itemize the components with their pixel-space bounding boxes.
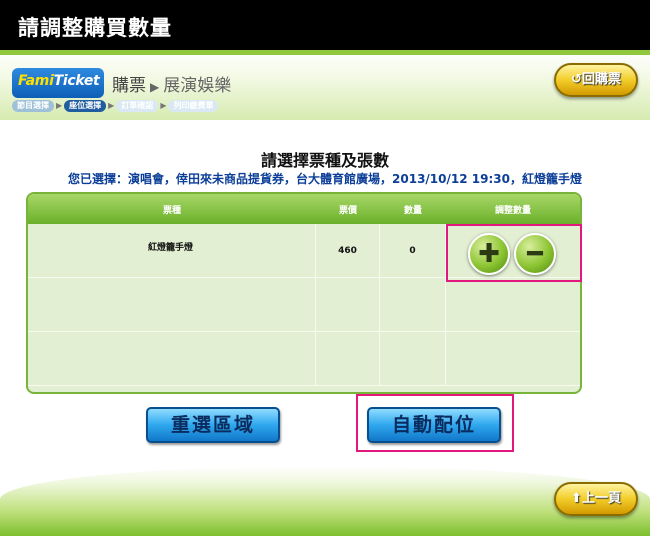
price-cell	[316, 278, 380, 331]
plus-icon: ✚	[478, 239, 500, 269]
step-program-select: 節目選擇	[12, 100, 54, 112]
previous-page-button[interactable]: ⬆上一頁	[554, 482, 638, 516]
selection-summary: 您已選擇：演唱會，倖田來未商品提貨券，台大體育館廣場，2013/10/12 19…	[68, 172, 582, 186]
breadcrumb: 購票 ▶ 展演娛樂	[112, 71, 231, 96]
back-arrow-icon: ↺	[571, 72, 582, 87]
footer-band	[0, 466, 650, 536]
window-title: 請調整購買數量	[0, 0, 650, 50]
step-arrow-icon: ▶	[160, 101, 167, 110]
adjust-cell	[446, 278, 580, 331]
quantity-adjuster: ✚ ━	[446, 224, 582, 282]
breadcrumb-sub: 展演娛樂	[163, 76, 232, 96]
step-seat-select: 座位選擇	[64, 100, 107, 112]
step-arrow-icon: ▶	[108, 101, 115, 110]
col-adjust: 調整數量	[494, 205, 531, 216]
back-to-purchase-button[interactable]: ↺回購票	[554, 63, 638, 97]
page-heading: 請選擇票種及張數	[260, 151, 389, 170]
famiticket-logo: FamiTicket	[12, 68, 104, 98]
increase-quantity-button[interactable]: ✚	[468, 233, 510, 275]
quantity-cell	[380, 278, 446, 331]
adjust-cell	[446, 332, 580, 385]
col-ticket-type: 票種	[162, 205, 181, 216]
auto-seat-button[interactable]: 自動配位	[367, 407, 501, 443]
quantity-cell	[380, 332, 446, 385]
up-arrow-icon: ⬆	[571, 491, 582, 506]
price-cell	[316, 332, 380, 385]
decrease-quantity-button[interactable]: ━	[514, 233, 556, 275]
ticket-table: 票種 票價 數量 調整數量 紅燈籠手燈 460 0	[26, 192, 582, 394]
kiosk-screen: FamiTicket 購票 ▶ 展演娛樂 節目選擇 ▶ 座位選擇 ▶ 訂單確認 ▶ …	[0, 50, 650, 536]
breadcrumb-main: 購票	[112, 76, 146, 96]
minus-icon: ━	[527, 239, 543, 269]
table-row	[28, 278, 580, 332]
ticket-type-cell: 紅燈籠手燈	[28, 224, 316, 277]
table-row	[28, 332, 580, 386]
price-cell: 460	[316, 224, 380, 277]
col-price: 票價	[338, 205, 357, 216]
table-header: 票種 票價 數量 調整數量	[28, 194, 580, 224]
step-order-confirm: 訂單確認	[116, 100, 159, 112]
step-arrow-icon: ▶	[56, 101, 63, 110]
reselect-area-button[interactable]: 重選區域	[146, 407, 280, 443]
ticket-type-cell	[28, 278, 316, 331]
col-quantity: 數量	[403, 205, 422, 216]
quantity-cell: 0	[380, 224, 446, 277]
breadcrumb-arrow-icon: ▶	[150, 80, 160, 94]
progress-steps: 節目選擇 ▶ 座位選擇 ▶ 訂單確認 ▶ 列印繳費單	[12, 100, 219, 112]
step-print-bill: 列印繳費單	[168, 100, 219, 112]
ticket-type-cell	[28, 332, 316, 385]
